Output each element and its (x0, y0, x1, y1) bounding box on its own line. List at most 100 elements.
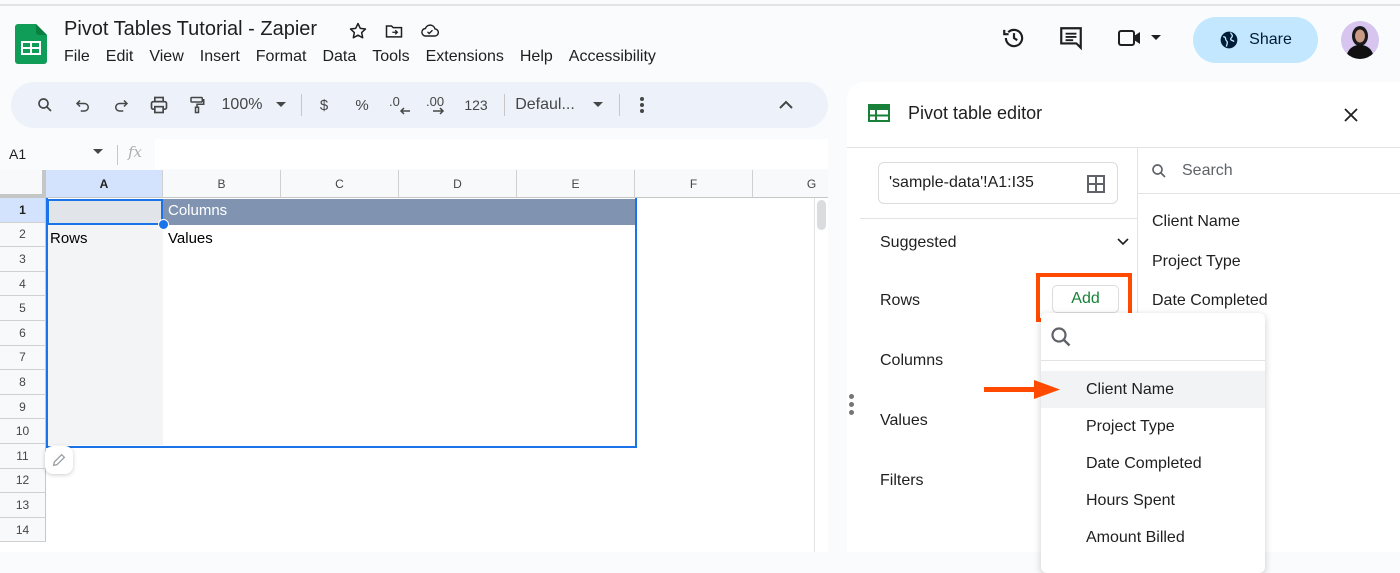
field-item[interactable]: Project Type (1152, 253, 1241, 271)
toolbar-divider (301, 94, 302, 116)
data-range-value: 'sample-data'!A1:I35 (889, 174, 1034, 192)
row-header-14[interactable]: 14 (0, 518, 46, 543)
star-icon[interactable] (347, 20, 369, 42)
formula-input[interactable] (155, 139, 828, 169)
decrease-decimal-button[interactable]: .0 (384, 90, 416, 120)
dropdown-item-amount-billed[interactable]: Amount Billed (1041, 519, 1265, 556)
add-field-dropdown: Client Name Project Type Date Completed … (1041, 313, 1265, 573)
menu-extensions[interactable]: Extensions (426, 48, 504, 66)
section-suggested[interactable]: Suggested (880, 234, 957, 252)
panel-title: Pivot table editor (908, 103, 1042, 124)
document-title[interactable]: Pivot Tables Tutorial - Zapier (64, 18, 317, 41)
column-header-c[interactable]: C (281, 170, 399, 198)
row-header-7[interactable]: 7 (0, 346, 46, 371)
name-box-value: A1 (9, 146, 26, 162)
column-header-f[interactable]: F (635, 170, 753, 198)
field-item[interactable]: Client Name (1152, 213, 1240, 231)
chevron-down-icon (93, 149, 103, 155)
row-header-3[interactable]: 3 (0, 247, 46, 272)
menu-tools[interactable]: Tools (372, 48, 409, 66)
column-header-g[interactable]: G (753, 170, 828, 198)
dropdown-item-client-name[interactable]: Client Name (1041, 371, 1265, 408)
menu-view[interactable]: View (149, 48, 183, 66)
cloud-saved-icon[interactable] (419, 20, 441, 42)
decrease-decimal-icon: .0 (388, 94, 412, 116)
font-select[interactable]: Defaul... (511, 90, 607, 120)
panel-resize-handle[interactable] (849, 394, 854, 415)
paint-format-icon[interactable] (181, 90, 213, 120)
row-header-12[interactable]: 12 (0, 469, 46, 494)
column-header-b[interactable]: B (163, 170, 281, 198)
more-formats-button[interactable]: 123 (460, 90, 492, 120)
column-header-a[interactable]: A (46, 170, 163, 198)
selection-fill-handle[interactable] (158, 219, 169, 230)
vertical-scrollbar-track[interactable] (814, 198, 828, 552)
zoom-select[interactable]: 100% (219, 90, 289, 120)
menu-data[interactable]: Data (322, 48, 356, 66)
field-search-input[interactable] (1182, 162, 1382, 180)
redo-icon[interactable] (105, 90, 137, 120)
row-header-2[interactable]: 2 (0, 223, 46, 248)
meet-button[interactable] (1113, 18, 1165, 58)
title-actions (347, 20, 441, 42)
move-folder-icon[interactable] (383, 20, 405, 42)
dropdown-item-date-completed[interactable]: Date Completed (1041, 445, 1265, 482)
menu-edit[interactable]: Edit (106, 48, 134, 66)
cell-b2[interactable]: Values (168, 230, 213, 247)
row-header-4[interactable]: 4 (0, 272, 46, 297)
currency-format-button[interactable]: $ (308, 90, 340, 120)
edit-pivot-button[interactable] (45, 446, 73, 474)
increase-decimal-button[interactable]: .00 (422, 90, 454, 120)
add-rows-button[interactable]: Add (1052, 285, 1119, 313)
row-header-5[interactable]: 5 (0, 296, 46, 321)
comments-icon[interactable] (1053, 18, 1089, 58)
select-all-corner[interactable] (0, 170, 46, 198)
data-range-input[interactable]: 'sample-data'!A1:I35 (878, 162, 1118, 204)
undo-icon[interactable] (67, 90, 99, 120)
close-icon[interactable] (1340, 104, 1362, 126)
row-header-6[interactable]: 6 (0, 321, 46, 346)
spreadsheet-grid[interactable]: ABCDEFG 1234567891011121314 Columns Rows… (0, 170, 828, 552)
row-header-1[interactable]: 1 (0, 198, 46, 223)
pivot-table-icon (868, 104, 890, 127)
menu-format[interactable]: Format (256, 48, 307, 66)
account-avatar[interactable] (1341, 21, 1379, 59)
print-icon[interactable] (143, 90, 175, 120)
name-box[interactable]: A1 (0, 140, 115, 168)
menu-accessibility[interactable]: Accessibility (569, 48, 656, 66)
svg-text:.0: .0 (389, 94, 400, 109)
cell-a2[interactable]: Rows (50, 230, 88, 247)
pivot-columns-header[interactable] (163, 199, 635, 225)
selected-cell-a1[interactable] (47, 199, 163, 225)
function-icon: fx (128, 143, 142, 161)
row-header-10[interactable]: 10 (0, 419, 46, 444)
percent-format-button[interactable]: % (346, 90, 378, 120)
menu-help[interactable]: Help (520, 48, 553, 66)
chevron-down-icon[interactable] (1117, 238, 1129, 246)
search-icon (1049, 325, 1073, 349)
column-header-d[interactable]: D (399, 170, 517, 198)
dropdown-item-project-type[interactable]: Project Type (1041, 408, 1265, 445)
annotation-arrow-icon (984, 380, 1060, 400)
dropdown-item-hours-spent[interactable]: Hours Spent (1041, 482, 1265, 519)
vertical-scrollbar-thumb[interactable] (817, 200, 826, 230)
cell-b1[interactable]: Columns (168, 202, 227, 219)
field-search[interactable] (1138, 148, 1400, 194)
version-history-icon[interactable] (996, 18, 1032, 58)
search-menus-icon[interactable] (29, 90, 61, 120)
select-range-icon[interactable] (1087, 175, 1105, 193)
share-button[interactable]: Share (1193, 17, 1318, 63)
row-header-13[interactable]: 13 (0, 493, 46, 518)
field-item[interactable]: Date Completed (1152, 292, 1268, 310)
sheets-logo-icon[interactable] (15, 24, 47, 64)
row-header-11[interactable]: 11 (0, 444, 46, 469)
dropdown-search[interactable] (1041, 313, 1265, 361)
collapse-toolbar-icon[interactable] (770, 90, 802, 120)
row-header-8[interactable]: 8 (0, 370, 46, 395)
more-options-icon[interactable] (626, 90, 658, 120)
row-header-9[interactable]: 9 (0, 395, 46, 420)
column-header-e[interactable]: E (517, 170, 635, 198)
menu-file[interactable]: File (64, 48, 90, 66)
menu-insert[interactable]: Insert (200, 48, 240, 66)
chevron-down-icon (1151, 35, 1161, 41)
